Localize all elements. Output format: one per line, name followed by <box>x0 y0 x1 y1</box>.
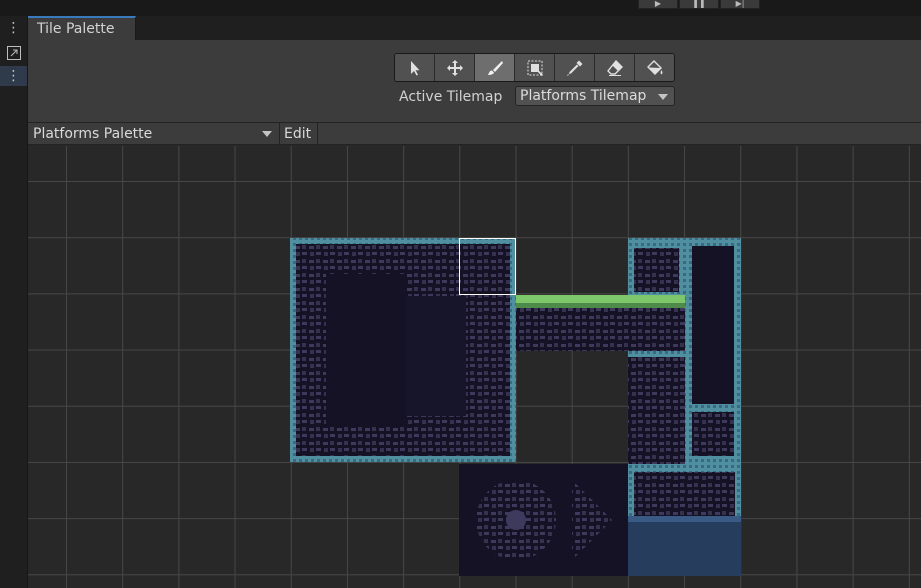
more-options-icon[interactable]: ⋮ <box>0 66 27 86</box>
palette-grid[interactable] <box>28 146 921 588</box>
box-fill-icon <box>527 60 543 76</box>
move-tool-button[interactable] <box>435 54 475 81</box>
tile-mid-column[interactable] <box>628 351 685 464</box>
brush-icon <box>487 60 503 75</box>
tile-decor-row[interactable] <box>459 464 628 576</box>
tile-palette-toolbar: Active Tilemap Platforms Tilemap <box>28 40 921 122</box>
eyedropper-icon <box>566 60 582 76</box>
top-toolbar: ▶ ❚❚ ▶| <box>0 0 921 16</box>
tile-canvas[interactable] <box>28 146 921 588</box>
paint-bucket-icon <box>646 59 662 75</box>
picker-tool-button[interactable] <box>555 54 595 81</box>
palette-dropdown[interactable]: Platforms Palette <box>28 123 280 145</box>
arrow-pointer-icon <box>410 60 419 75</box>
tile-selection-box[interactable] <box>459 238 516 295</box>
tool-button-group <box>394 53 675 82</box>
tile-grass-platform[interactable] <box>516 295 685 351</box>
select-tool-button[interactable] <box>395 54 435 81</box>
flood-fill-tool-button[interactable] <box>635 54 674 81</box>
dropdown-caret-icon <box>658 94 668 100</box>
tab-bar: Tile Palette <box>28 16 921 40</box>
active-tilemap-value: Platforms Tilemap <box>520 88 647 104</box>
palette-name: Platforms Palette <box>33 126 153 142</box>
erase-tool-button[interactable] <box>595 54 635 81</box>
move-arrows-icon <box>446 59 463 76</box>
active-tilemap-label: Active Tilemap <box>399 89 503 105</box>
active-tilemap-dropdown[interactable]: Platforms Tilemap <box>515 86 675 106</box>
palette-bar: Platforms Palette Edit <box>28 122 921 145</box>
tile-tall-column[interactable] <box>685 238 741 464</box>
pause-button[interactable]: ❚❚ <box>679 0 719 9</box>
dropdown-caret-icon <box>262 131 272 137</box>
maximize-icon[interactable] <box>0 43 27 63</box>
playmode-controls: ▶ ❚❚ ▶| <box>638 0 761 9</box>
step-button[interactable]: ▶| <box>720 0 760 9</box>
paint-tool-button[interactable] <box>475 54 515 81</box>
tile-small-block[interactable] <box>628 238 685 295</box>
eraser-icon <box>606 59 623 76</box>
left-dock-strip: ⋮ ⋮ <box>0 16 28 588</box>
tab-tile-palette[interactable]: Tile Palette <box>28 16 136 40</box>
dock-menu-icon[interactable]: ⋮ <box>0 18 27 38</box>
edit-palette-button[interactable]: Edit <box>280 123 318 145</box>
box-fill-tool-button[interactable] <box>515 54 555 81</box>
tile-water-block[interactable] <box>628 464 741 576</box>
play-button[interactable]: ▶ <box>638 0 678 9</box>
